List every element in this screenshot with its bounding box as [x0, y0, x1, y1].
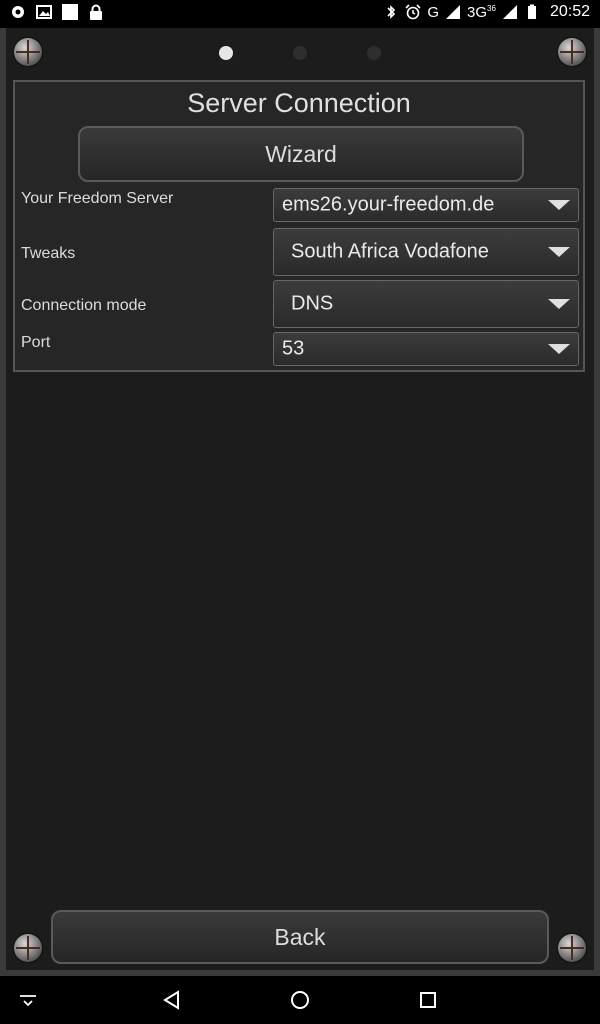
dropdown-arrow-icon [548, 344, 570, 354]
signal-icon [446, 5, 461, 19]
network-3g-label: 3G36 [467, 3, 496, 21]
back-button[interactable]: Back [51, 910, 549, 964]
rivet-icon [558, 934, 586, 962]
notification-dot-icon [12, 6, 24, 18]
back-triangle-icon[interactable] [160, 988, 184, 1012]
tweaks-dropdown[interactable]: South Africa Vodafone [273, 228, 579, 276]
status-right-icons: G 3G36 20:52 [383, 3, 590, 21]
dropdown-arrow-icon [548, 247, 570, 257]
dropdown-arrow-icon [548, 200, 570, 210]
home-circle-icon[interactable] [288, 988, 312, 1012]
network-g-label: G [427, 3, 440, 21]
keyboard-hide-icon[interactable] [16, 988, 40, 1012]
connection-mode-dropdown[interactable]: DNS [273, 280, 579, 328]
image-icon [36, 5, 52, 19]
tweaks-label: Tweaks [21, 245, 76, 262]
app-frame: Server Connection Wizard Your Freedom Se… [0, 28, 600, 976]
recents-square-icon[interactable] [416, 988, 440, 1012]
server-connection-panel: Server Connection Wizard Your Freedom Se… [13, 80, 585, 372]
freedom-server-value: ems26.your-freedom.de [282, 193, 495, 216]
status-bar: G 3G36 20:52 [0, 0, 600, 28]
port-value: 53 [282, 337, 305, 360]
lock-icon [90, 4, 102, 20]
page-dot-2[interactable] [293, 46, 307, 60]
page-indicator [6, 46, 594, 60]
port-dropdown[interactable]: 53 [273, 332, 579, 366]
dropdown-arrow-icon [548, 299, 570, 309]
freedom-server-dropdown[interactable]: ems26.your-freedom.de [273, 188, 579, 222]
status-left-icons [10, 4, 104, 20]
wizard-button[interactable]: Wizard [78, 126, 524, 182]
battery-icon [527, 4, 536, 19]
panel-title: Server Connection [187, 88, 411, 118]
page-dot-3[interactable] [367, 46, 381, 60]
nav-bar [0, 976, 600, 1024]
tweaks-value: South Africa Vodafone [291, 240, 489, 263]
alarm-icon [405, 4, 421, 20]
network-3g-sup: 36 [487, 3, 496, 13]
port-label: Port [21, 334, 51, 351]
square-icon [62, 4, 78, 20]
clock: 20:52 [549, 3, 590, 20]
rivet-icon [14, 934, 42, 962]
connection-mode-value: DNS [291, 292, 334, 315]
connection-mode-label: Connection mode [21, 297, 147, 314]
freedom-server-label: Your Freedom Server [21, 190, 174, 207]
signal-2-icon [502, 5, 517, 19]
bluetooth-icon [387, 5, 396, 19]
page-dot-1[interactable] [219, 46, 233, 60]
